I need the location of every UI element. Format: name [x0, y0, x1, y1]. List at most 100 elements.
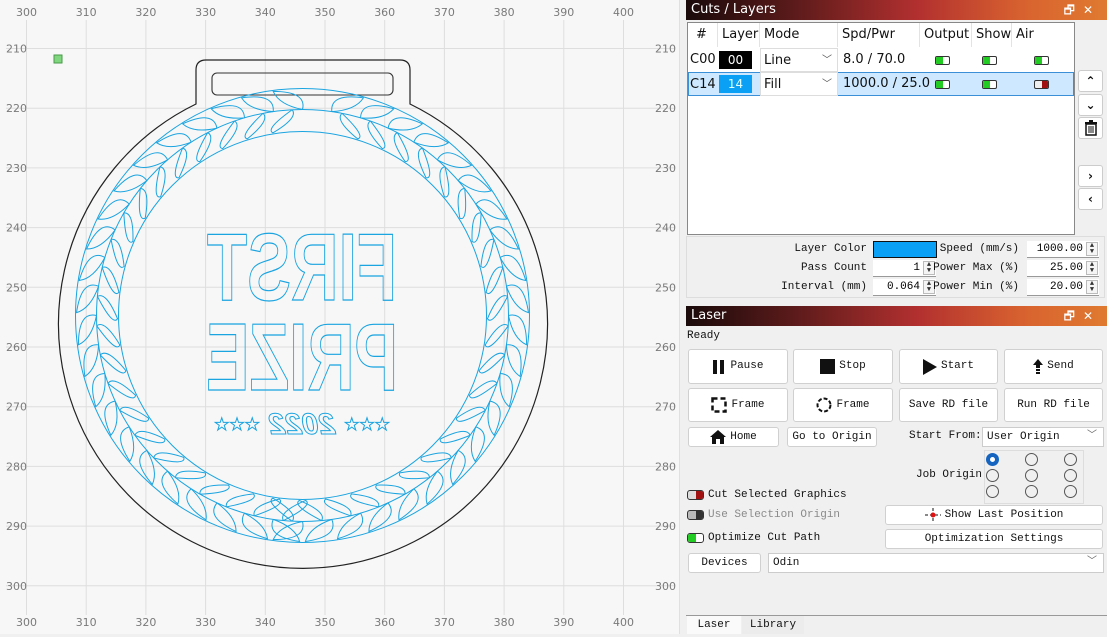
run-rd-file-button[interactable]: Run RD file — [1004, 388, 1103, 422]
wreath-leaf — [186, 488, 207, 521]
show-toggle[interactable] — [982, 80, 997, 89]
spin-arrows-icon[interactable]: ▲ ▼ — [1086, 242, 1098, 256]
move-up-button[interactable]: ⌃ — [1078, 70, 1103, 92]
power-max-input[interactable]: 25.00 ▲ ▼ — [1027, 260, 1099, 277]
air-toggle[interactable] — [1034, 56, 1049, 65]
cuts-table[interactable]: # Layer Mode Spd/Pwr Output Show Air C00… — [687, 22, 1075, 235]
close-icon[interactable]: ✕ — [1083, 3, 1101, 17]
job-origin-radio-3[interactable] — [986, 469, 999, 482]
wreath-leaf — [413, 133, 450, 148]
send-button[interactable]: Send — [1004, 349, 1103, 384]
job-origin-radio-2[interactable] — [1064, 453, 1077, 466]
power-min-input[interactable]: 20.00 ▲ ▼ — [1027, 279, 1099, 296]
cut-row-selected[interactable]: C14 14 Fill ﹀ 1000.0 / 25.0 — [688, 72, 1074, 96]
frame-circle-button[interactable]: Frame — [793, 388, 893, 422]
ruler-bottom-label: 380 — [494, 616, 515, 629]
tab-laser[interactable]: Laser — [687, 616, 741, 634]
layer-color-chip[interactable]: 14 — [719, 75, 752, 93]
home-button[interactable]: Home — [688, 427, 779, 447]
wreath-leaf — [470, 426, 485, 463]
cut-row[interactable]: C00 00 Line ﹀ 8.0 / 70.0 — [688, 48, 1074, 72]
show-toggle[interactable] — [982, 56, 997, 65]
ruler-top-label: 320 — [135, 6, 156, 19]
col-header-air[interactable]: Air — [1012, 23, 1074, 47]
devices-button[interactable]: Devices — [688, 553, 761, 573]
cut-id: C14 — [690, 77, 716, 92]
hanger-slot[interactable] — [211, 72, 394, 96]
wreath-leaf — [297, 499, 323, 522]
output-toggle[interactable] — [935, 56, 950, 65]
start-from-select[interactable]: User Origin ﹀ — [982, 427, 1104, 447]
job-origin-radio-8[interactable] — [1064, 485, 1077, 498]
ruler-top-label: 360 — [374, 6, 395, 19]
stars-right: ★★★ — [214, 415, 260, 435]
speed-input[interactable]: 1000.00 ▲ ▼ — [1027, 241, 1099, 258]
previous-button[interactable]: ‹ — [1078, 188, 1103, 210]
float-icon[interactable]: 🗗 — [1064, 309, 1083, 323]
medal-text[interactable]: FIRST PRIZE 2022 ★★★ ★★★ — [205, 213, 398, 441]
col-header-output[interactable]: Output — [920, 23, 972, 47]
wreath-leaf — [420, 452, 452, 463]
job-origin-radio-1[interactable] — [1025, 453, 1038, 466]
wreath-leaf — [96, 295, 119, 321]
close-icon[interactable]: ✕ — [1083, 309, 1101, 323]
tab-library[interactable]: Library — [742, 616, 804, 634]
ruler-right-label: 250 — [655, 281, 676, 294]
pause-button[interactable]: Pause — [688, 349, 788, 384]
design-canvas[interactable]: 300 300 310 310 320 320 330 330 340 340 350 350 360 3… — [0, 0, 680, 634]
cut-id: C00 — [690, 52, 716, 67]
canvas-svg[interactable]: 300 300 310 310 320 320 330 330 340 340 350 350 360 3… — [0, 0, 680, 634]
col-header-spd-pwr[interactable]: Spd/Pwr — [838, 23, 920, 47]
device-select[interactable]: Odin ﹀ — [768, 553, 1104, 573]
job-origin-radio-7[interactable] — [1025, 485, 1038, 498]
cut-selected-graphics-toggle[interactable]: Cut Selected Graphics — [687, 488, 847, 502]
wreath-leaf — [282, 499, 308, 522]
start-button[interactable]: Start — [899, 349, 998, 384]
chevron-up-icon: ⌃ — [1085, 74, 1096, 88]
job-origin-radio-4[interactable] — [1025, 469, 1038, 482]
float-icon[interactable]: 🗗 — [1064, 3, 1083, 17]
col-header-num[interactable]: # — [688, 23, 718, 47]
toggle-icon — [687, 490, 704, 500]
frame-rect-label: Frame — [731, 399, 765, 411]
optimization-settings-button[interactable]: Optimization Settings — [885, 529, 1103, 549]
mode-select[interactable]: Line ﹀ — [760, 48, 838, 72]
col-header-layer[interactable]: Layer — [718, 23, 760, 47]
wreath-leaf — [484, 324, 509, 348]
spin-arrows-icon[interactable]: ▲ ▼ — [1086, 280, 1098, 294]
spin-arrows-icon[interactable]: ▲ ▼ — [1086, 261, 1098, 275]
next-button[interactable]: › — [1078, 165, 1103, 187]
wreath-leaf — [75, 284, 100, 314]
wreath-leaf — [485, 266, 504, 294]
job-origin-radio-5[interactable] — [1064, 469, 1077, 482]
start-from-label: Start From: — [909, 430, 982, 442]
mode-select[interactable]: Fill ﹀ — [760, 72, 838, 96]
wreath-leaf — [457, 188, 467, 220]
origin-marker[interactable] — [53, 54, 63, 64]
laser-titlebar: Laser 🗗✕ — [686, 306, 1107, 326]
frame-rect-button[interactable]: Frame — [688, 388, 788, 422]
delete-layer-button[interactable] — [1078, 117, 1103, 139]
use-selection-origin-toggle[interactable]: Use Selection Origin — [687, 508, 840, 522]
stop-button[interactable]: Stop — [793, 349, 893, 384]
play-icon — [922, 358, 937, 375]
job-origin-radio-6[interactable] — [986, 485, 999, 498]
show-last-position-button[interactable]: Show Last Position — [885, 505, 1103, 525]
move-down-button[interactable]: ⌄ — [1078, 94, 1103, 116]
col-header-mode[interactable]: Mode — [760, 23, 838, 47]
ruler-bottom-label: 360 — [374, 616, 395, 629]
go-to-origin-button[interactable]: Go to Origin — [787, 427, 877, 447]
stop-icon — [820, 359, 836, 374]
ruler-right-label: 260 — [655, 341, 676, 354]
save-rd-file-button[interactable]: Save RD file — [899, 388, 998, 422]
layer-color-chip[interactable]: 00 — [719, 51, 752, 69]
col-header-show[interactable]: Show — [972, 23, 1012, 47]
optimize-cut-path-toggle[interactable]: Optimize Cut Path — [687, 531, 820, 545]
wreath-leaf — [120, 426, 135, 463]
layer-color-label: Layer Color — [794, 243, 867, 255]
job-origin-radio-0[interactable] — [986, 453, 999, 466]
air-toggle[interactable] — [1034, 80, 1049, 89]
output-toggle[interactable] — [935, 80, 950, 89]
wreath-leaf — [350, 493, 380, 508]
stars-left: ★★★ — [344, 415, 390, 435]
